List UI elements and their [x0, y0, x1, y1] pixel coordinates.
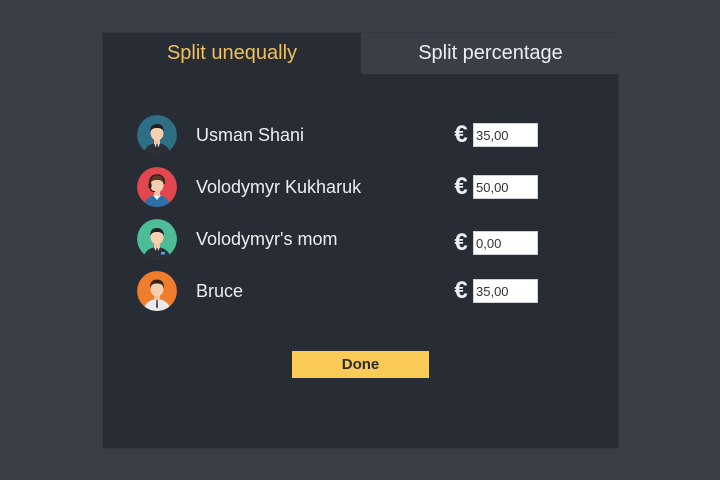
amount-input[interactable]	[473, 123, 538, 147]
tab-bar: Split unequally Split percentage	[103, 33, 620, 74]
person-row: Volodymyr Kukharuk €	[137, 167, 547, 207]
amount-input[interactable]	[473, 279, 538, 303]
user-avatar-icon	[137, 219, 177, 259]
euro-icon: €	[454, 229, 468, 256]
person-name: Volodymyr Kukharuk	[196, 177, 362, 197]
user-avatar-icon	[137, 271, 177, 311]
done-button[interactable]: Done	[292, 351, 429, 378]
person-name: Bruce	[196, 281, 244, 301]
euro-icon: €	[454, 121, 468, 148]
tab-split-percentage[interactable]: Split percentage	[361, 33, 620, 74]
euro-icon: €	[454, 277, 468, 304]
person-row: Volodymyr's mom €	[137, 219, 547, 259]
person-row: Usman Shani €	[137, 115, 547, 155]
euro-icon: €	[454, 173, 468, 200]
person-name: Usman Shani	[196, 125, 305, 145]
person-row: Bruce €	[137, 271, 547, 311]
user-avatar-icon	[137, 167, 177, 207]
user-avatar-icon	[137, 115, 177, 155]
person-name: Volodymyr's mom	[196, 229, 338, 249]
split-dialog: Split unequally Split percentage Usman S…	[102, 32, 620, 449]
amount-input[interactable]	[473, 231, 538, 255]
amount-input[interactable]	[473, 175, 538, 199]
tab-split-unequally[interactable]: Split unequally	[103, 33, 361, 74]
